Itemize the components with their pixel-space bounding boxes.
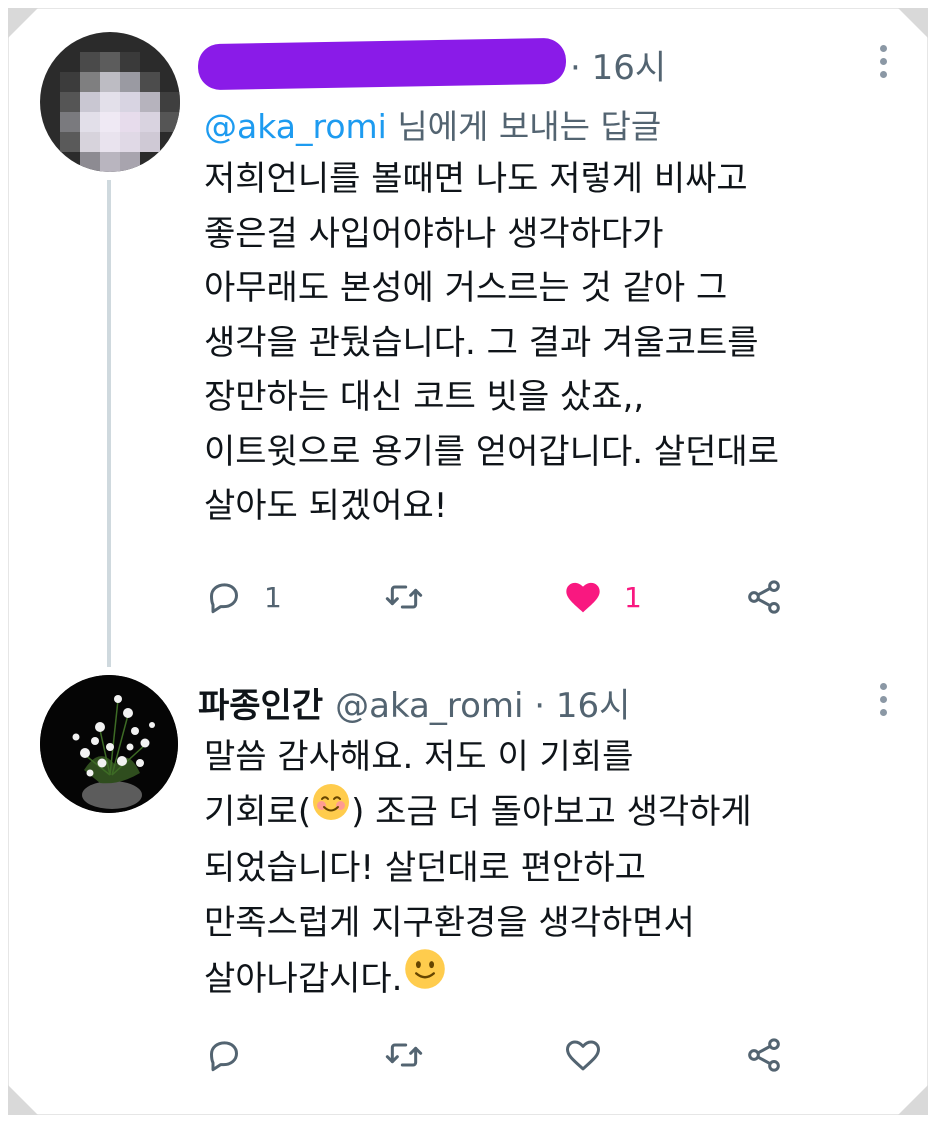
reply-to-handle-link[interactable]: @aka_romi [204, 107, 387, 146]
tweet-text-segment: ) 조금 더 돌아보고 생각하게 [351, 791, 752, 832]
heart-outline-icon [566, 1040, 600, 1071]
author-handle-and-time[interactable]: @aka_romi · 16시 [335, 678, 630, 727]
replying-to: @aka_romi 님에게 보내는 답글 [204, 100, 661, 148]
like-count: 1 [624, 580, 642, 614]
reply-button[interactable] [204, 1030, 264, 1080]
tweet-text: 저희언니를 볼때면 나도 저렇게 비싸고 좋은걸 사입어야하나 생각하다가 아무… [204, 152, 779, 534]
slightly-smiling-face-emoji [403, 947, 447, 1008]
share-button[interactable] [744, 572, 784, 622]
author-display-name[interactable]: 파종인간 [198, 678, 323, 727]
tweet-text-line: 살아나갑시다. [204, 947, 752, 1011]
tweet-text: 말씀 감사해요. 저도 이 기회를 기회로( ) 조금 더 돌아보고 생각하게 되… [204, 730, 752, 1011]
retweet-button[interactable] [382, 572, 446, 622]
replying-to-suffix: 님에게 보내는 답글 [386, 107, 662, 146]
share-icon [748, 1038, 780, 1072]
avatar-pixelated[interactable] [40, 32, 180, 172]
tweet-timestamp[interactable]: · 16시 [570, 40, 666, 89]
tweet-text-line: 만족스럽게 지구환경을 생각하면서 [204, 902, 695, 943]
reply-button[interactable]: 1 [204, 572, 282, 622]
tweet-text-line: 말씀 감사해요. 저도 이 기회를 [204, 737, 634, 777]
tweet-text-line: 장만하는 대신 코트 빗을 샀죠,, [204, 377, 645, 417]
share-button[interactable] [744, 1030, 784, 1080]
tweet-text-line: 이트윗으로 용기를 얻어갑니다. 살던대로 [204, 431, 779, 472]
more-options-icon[interactable] [878, 45, 888, 78]
reply-icon [210, 1041, 238, 1072]
heart-filled-icon [566, 582, 600, 613]
tweet-text-line: 생각을 관뒀습니다. 그 결과 겨울코트를 [204, 322, 759, 363]
tweet-text-line: 저희언니를 볼때면 나도 저렇게 비싸고 [204, 159, 748, 199]
more-options-icon[interactable] [878, 683, 888, 716]
tweet-header: 파종인간 @aka_romi · 16시 [198, 672, 630, 732]
share-icon [748, 580, 780, 614]
tweet-text-line: 좋은걸 사입어야하나 생각하다가 [204, 213, 664, 254]
smiling-face-with-blush-emoji [311, 782, 351, 839]
flower-photo-icon [40, 675, 178, 813]
redacted-author-name [197, 37, 567, 91]
like-button[interactable]: 1 [562, 572, 642, 622]
tweet-text-line: 살아도 되겠어요! [204, 486, 448, 526]
tweet-text-segment: 살아나갑시다. [204, 959, 403, 999]
like-button[interactable] [562, 1030, 624, 1080]
tweet-text-line: 되었습니다! 살던대로 편안하고 [204, 848, 646, 889]
reply-icon [210, 583, 238, 614]
retweet-icon [385, 1043, 423, 1067]
avatar-flower[interactable] [40, 675, 178, 813]
tweet-text-line: 아무래도 본성에 거스르는 것 같아 그 [204, 268, 728, 308]
tweet-text-line: 기회로( ) 조금 더 돌아보고 생각하게 [204, 782, 752, 842]
tweet-text-segment: 기회로( [204, 791, 312, 832]
tweet-actions [204, 1030, 804, 1080]
retweet-icon [385, 585, 423, 609]
tweet-actions: 1 1 [204, 572, 804, 622]
tweet-reply[interactable]: · 16시 @aka_romi 님에게 보내는 답글 저희언니를 볼때면 나도 … [0, 0, 936, 660]
retweet-button[interactable] [382, 1030, 446, 1080]
reply-count: 1 [264, 580, 282, 614]
tweet-header: · 16시 [197, 34, 666, 94]
